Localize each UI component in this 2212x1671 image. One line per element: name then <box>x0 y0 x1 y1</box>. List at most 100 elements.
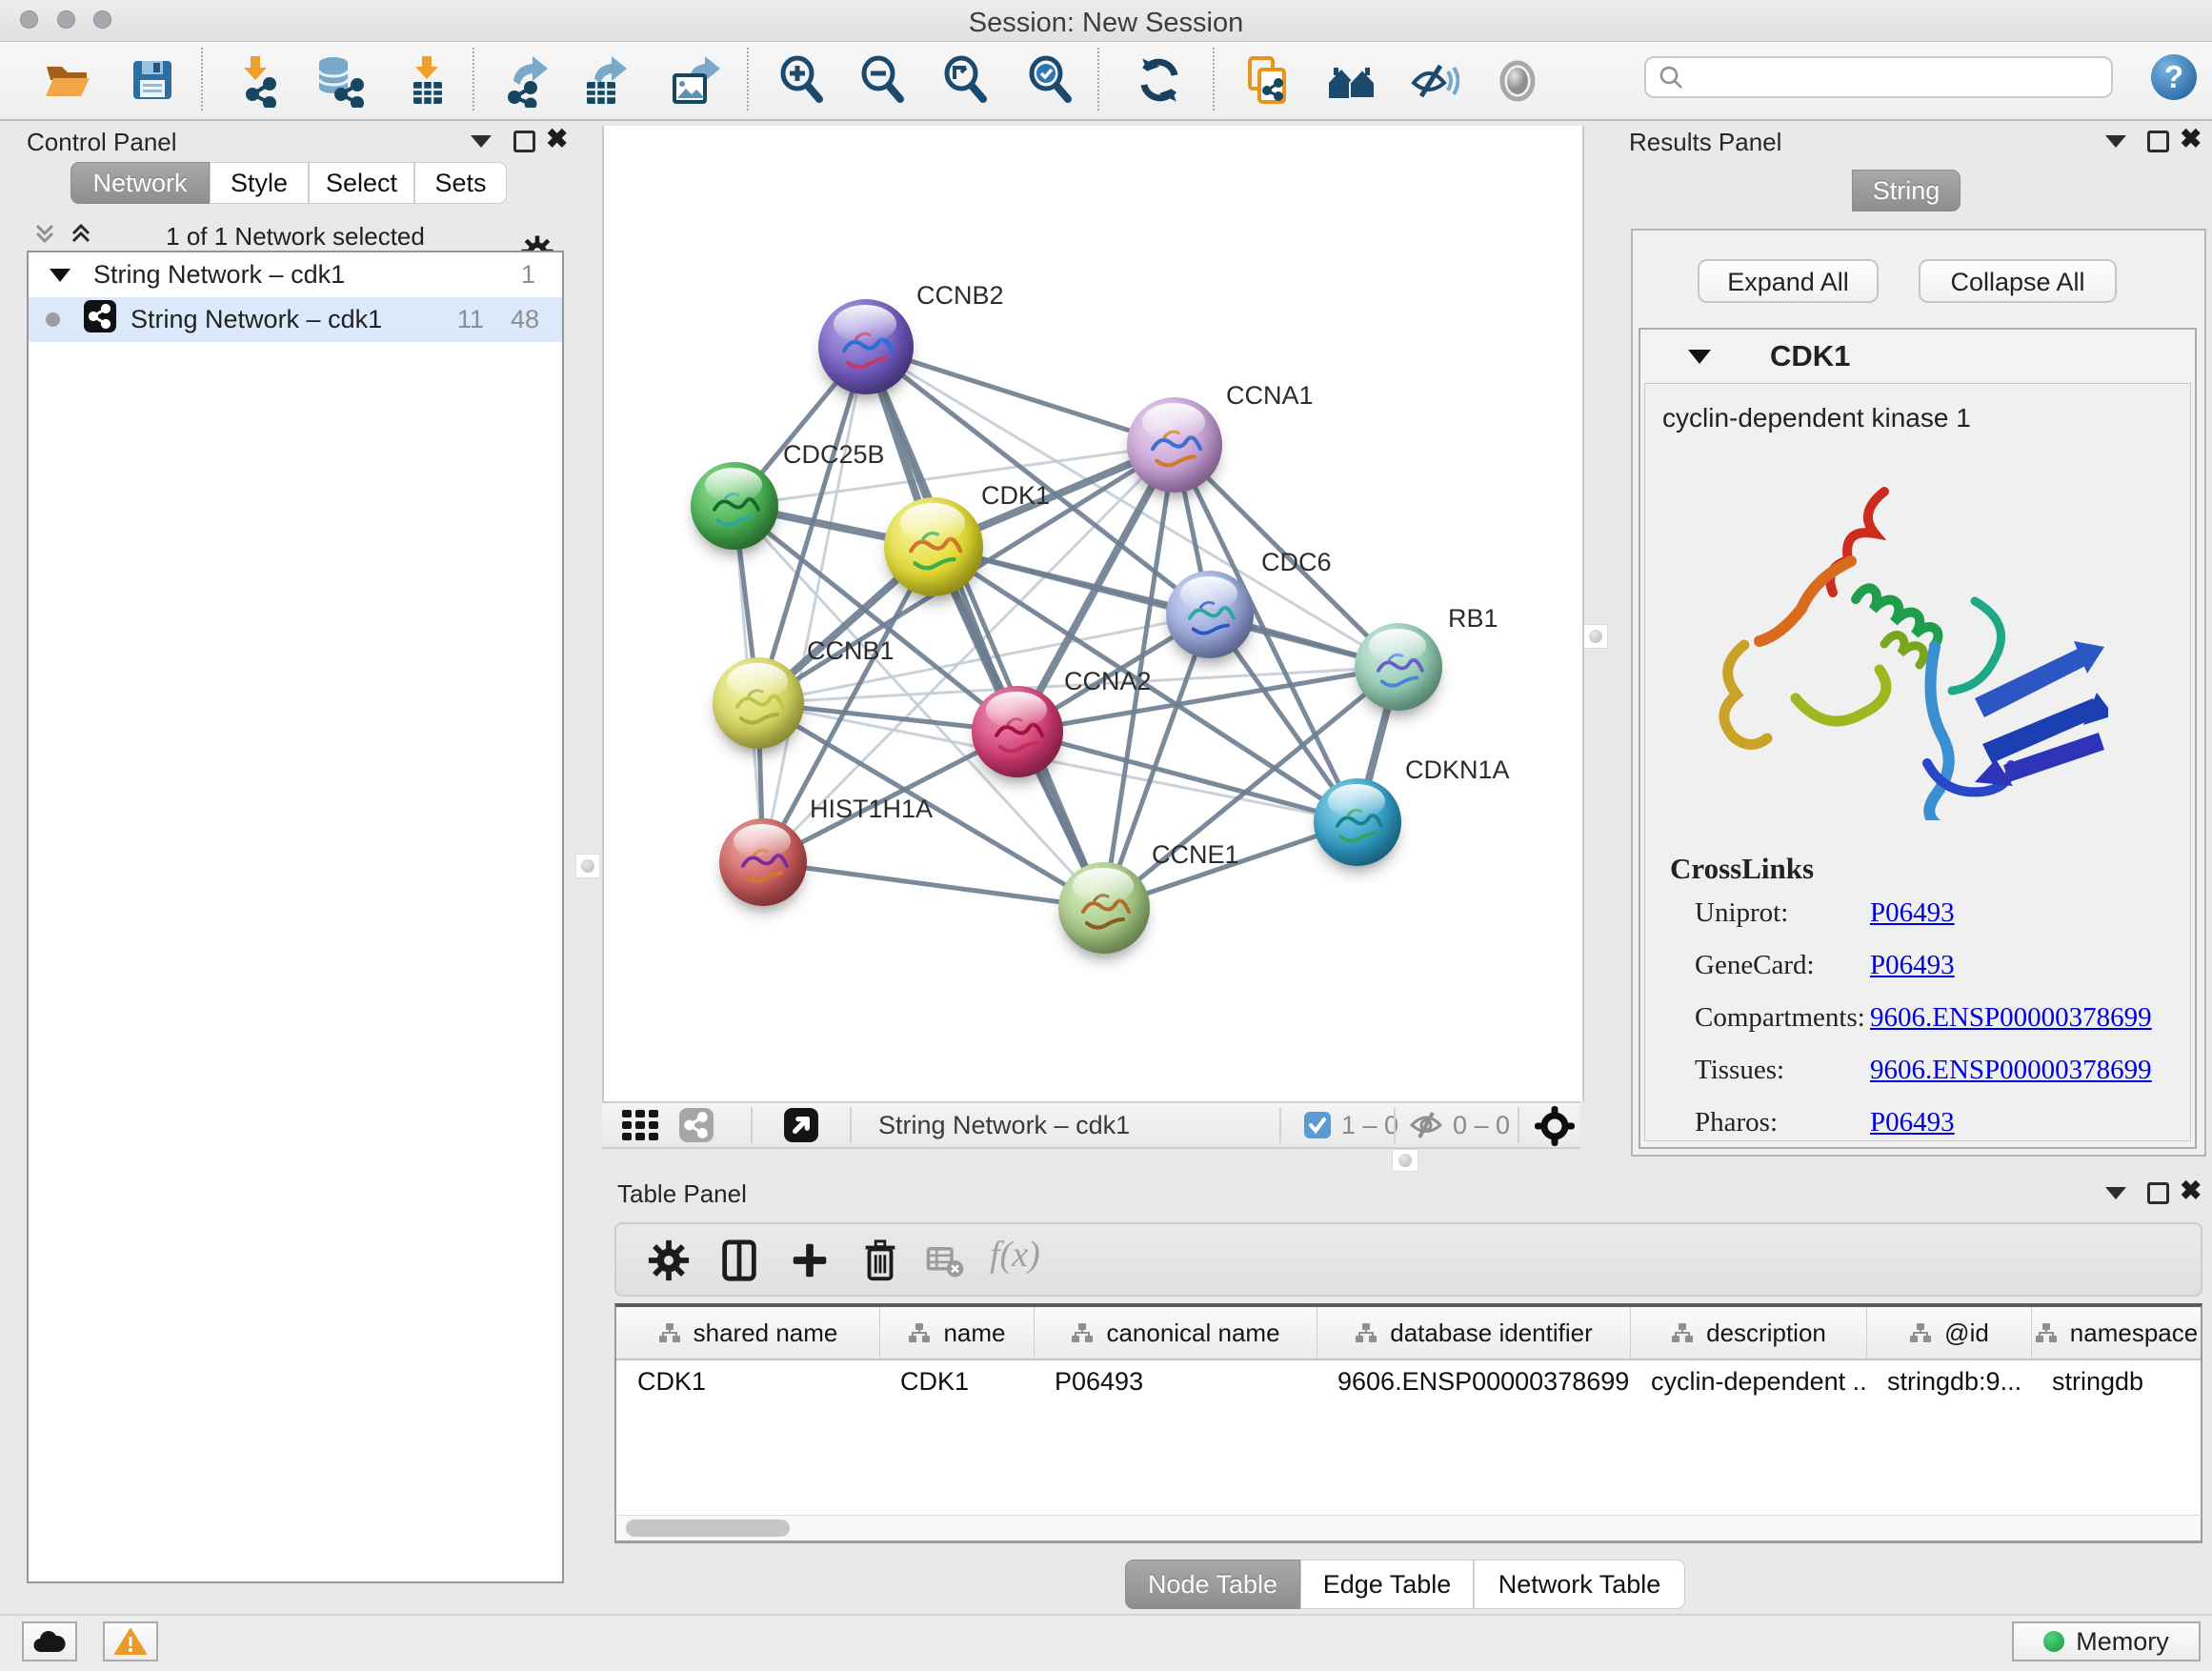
table-cell: stringdb <box>2031 1360 2201 1402</box>
export-table-icon[interactable] <box>579 52 631 108</box>
node-label-CDKN1A: CDKN1A <box>1405 755 1510 785</box>
export-image-icon[interactable] <box>669 52 720 108</box>
node-CCNA1[interactable] <box>1127 397 1222 493</box>
fit-selection-crosshair-icon[interactable] <box>1534 1105 1576 1152</box>
results-panel-float-icon[interactable] <box>2147 131 2169 152</box>
node-CCNE1[interactable] <box>1058 862 1150 954</box>
warnings-button[interactable] <box>103 1621 158 1661</box>
delete-column-icon[interactable] <box>858 1238 902 1283</box>
results-panel-minimize-icon[interactable] <box>2105 135 2126 148</box>
selected-checkbox[interactable] <box>1303 1111 1332 1144</box>
grid-view-icon[interactable] <box>621 1109 659 1146</box>
collapse-all-button[interactable]: Collapse All <box>1919 259 2117 303</box>
node-CDKN1A[interactable] <box>1314 778 1401 866</box>
help-button[interactable]: ? <box>2151 54 2197 100</box>
tab-sets[interactable]: Sets <box>414 162 507 204</box>
column-header-description[interactable]: description <box>1630 1307 1866 1359</box>
tab-edge-table[interactable]: Edge Table <box>1300 1560 1474 1609</box>
column-header-label: namespace <box>2070 1319 2198 1348</box>
table-gear-icon[interactable] <box>647 1238 691 1283</box>
delete-table-icon[interactable] <box>925 1238 965 1283</box>
zoom-out-icon[interactable] <box>857 52 909 108</box>
toolbar-separator <box>751 1107 753 1143</box>
control-panel-minimize-icon[interactable] <box>471 135 492 148</box>
network-view-share-icon[interactable] <box>678 1107 714 1148</box>
birdseye-view-icon[interactable] <box>783 1107 819 1148</box>
refresh-icon[interactable] <box>1134 52 1185 108</box>
bottom-splitter-handle[interactable] <box>1392 1149 1418 1172</box>
crosslink-value-link[interactable]: P06493 <box>1870 950 1955 981</box>
column-header-canonical-name[interactable]: canonical name <box>1034 1307 1317 1359</box>
edge-HIST1H1A-CCNE1[interactable] <box>763 862 1104 908</box>
open-session-icon[interactable] <box>42 52 93 108</box>
show-columns-icon[interactable] <box>717 1238 761 1283</box>
node-CDK1[interactable] <box>884 497 983 596</box>
tab-style[interactable]: Style <box>210 162 309 204</box>
clone-network-icon[interactable] <box>1242 52 1294 108</box>
expand-all-icon[interactable] <box>69 221 93 252</box>
import-database-icon[interactable] <box>312 52 364 108</box>
search-input[interactable] <box>1684 62 2088 93</box>
column-header-shared-name[interactable]: shared name <box>616 1307 879 1359</box>
import-network-icon[interactable] <box>231 52 283 108</box>
hide-eye-icon[interactable] <box>1408 52 1459 108</box>
edge-CCNB2-HIST1H1A[interactable] <box>763 347 866 862</box>
tab-select[interactable]: Select <box>309 162 414 204</box>
tab-network-table[interactable]: Network Table <box>1474 1560 1685 1609</box>
results-panel-close-icon[interactable]: ✖ <box>2180 128 2202 151</box>
column-header-database-identifier[interactable]: database identifier <box>1317 1307 1630 1359</box>
add-column-icon[interactable] <box>788 1238 832 1283</box>
table-panel-float-icon[interactable] <box>2147 1182 2169 1204</box>
memory-button[interactable]: Memory <box>2012 1621 2201 1661</box>
network-row[interactable]: String Network – cdk1 11 48 <box>29 297 562 342</box>
zoom-selected-icon[interactable] <box>1025 52 1076 108</box>
title-bar: Session: New Session <box>0 0 2212 42</box>
column-header--id[interactable]: @id <box>1866 1307 2031 1359</box>
table-panel-close-icon[interactable]: ✖ <box>2180 1179 2202 1202</box>
collection-expander-icon[interactable] <box>50 269 70 282</box>
node-RB1[interactable] <box>1355 623 1442 711</box>
hidden-eye-slash-icon[interactable] <box>1408 1111 1444 1144</box>
crosslink-value-link[interactable]: 9606.ENSP00000378699 <box>1870 1055 2152 1086</box>
control-panel-float-icon[interactable] <box>513 131 535 152</box>
crosslink-value-link[interactable]: 9606.ENSP00000378699 <box>1870 1002 2152 1034</box>
function-builder-icon[interactable]: f(x) <box>990 1234 1040 1276</box>
network-collection-row[interactable]: String Network – cdk1 1 <box>29 252 562 297</box>
crosslink-row: Uniprot:P06493 <box>1695 897 2190 929</box>
network-canvas[interactable]: CCNB2CCNA1CDC25BCDK1CDC6RB1CCNB1CCNA2CDK… <box>602 126 1584 1101</box>
home-view-icon[interactable] <box>1326 52 1377 108</box>
import-table-icon[interactable] <box>401 52 452 108</box>
toolbar-separator <box>747 48 749 111</box>
crosslink-value-link[interactable]: P06493 <box>1870 897 1955 929</box>
node-HIST1H1A[interactable] <box>719 818 807 906</box>
show-eye-icon[interactable] <box>1492 52 1543 108</box>
results-entry-header[interactable]: CDK1 <box>1640 330 2195 383</box>
cloud-button[interactable] <box>22 1621 77 1661</box>
tab-network[interactable]: Network <box>70 162 210 204</box>
gene-description: cyclin-dependent kinase 1 <box>1662 403 2190 433</box>
table-row[interactable]: CDK1CDK1P064939606.ENSP00000378699cyclin… <box>616 1360 2201 1402</box>
expand-all-button[interactable]: Expand All <box>1698 259 1879 303</box>
save-session-icon[interactable] <box>127 52 178 108</box>
collapse-all-icon[interactable] <box>32 221 57 252</box>
table-panel-minimize-icon[interactable] <box>2105 1187 2126 1199</box>
entry-expander-icon[interactable] <box>1688 350 1711 364</box>
node-CCNB1[interactable] <box>713 657 804 749</box>
node-CDC6[interactable] <box>1166 571 1254 658</box>
left-splitter-handle[interactable] <box>575 854 600 878</box>
node-CDC25B[interactable] <box>691 462 778 550</box>
tab-string[interactable]: String <box>1852 170 1961 211</box>
zoom-in-icon[interactable] <box>776 52 828 108</box>
tab-node-table[interactable]: Node Table <box>1125 1560 1300 1609</box>
scrollbar-thumb[interactable] <box>626 1520 790 1537</box>
column-header-namespace[interactable]: namespace <box>2031 1307 2201 1359</box>
node-CCNB2[interactable] <box>818 299 914 394</box>
column-header-name[interactable]: name <box>879 1307 1034 1359</box>
zoom-fit-icon[interactable] <box>940 52 992 108</box>
export-network-icon[interactable] <box>502 52 553 108</box>
node-CCNA2[interactable] <box>972 686 1063 777</box>
crosslink-value-link[interactable]: P06493 <box>1870 1107 1955 1138</box>
table-horizontal-scrollbar[interactable] <box>614 1515 2202 1543</box>
control-panel-close-icon[interactable]: ✖ <box>546 128 568 151</box>
right-splitter-handle[interactable] <box>1583 624 1608 649</box>
